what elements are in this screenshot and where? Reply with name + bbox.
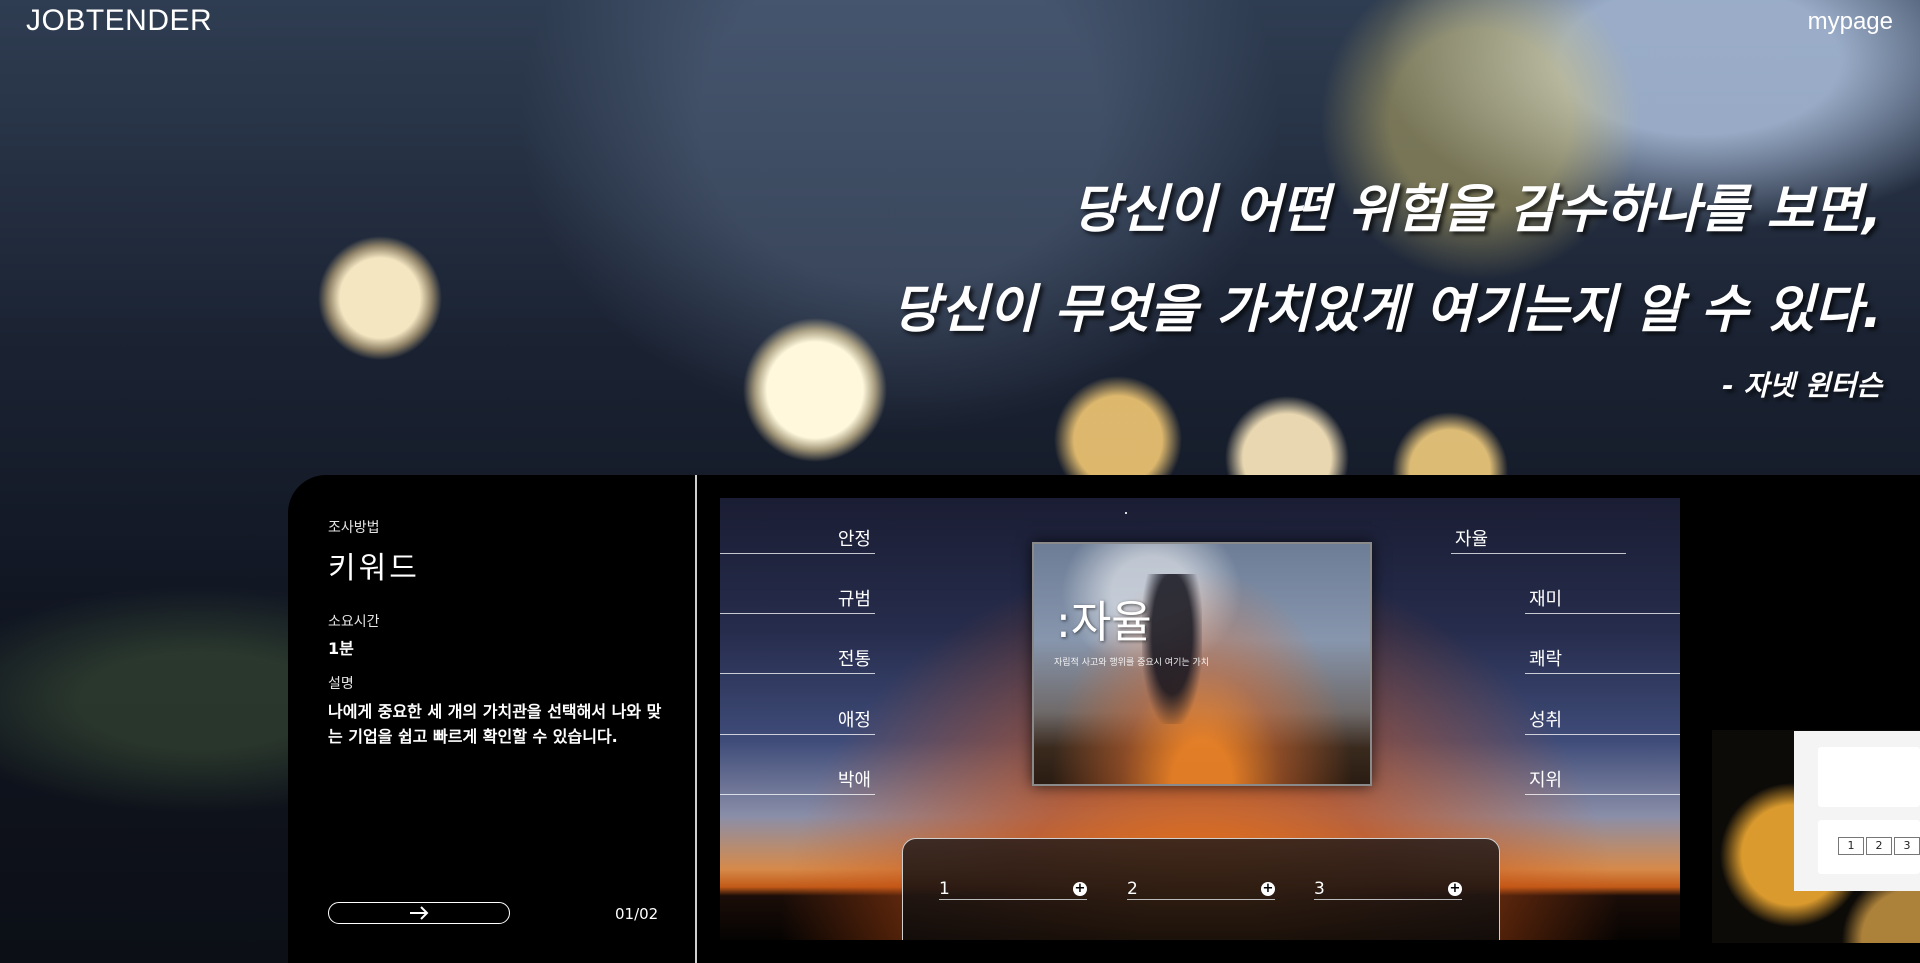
side-widget: 1 2 3	[1794, 731, 1920, 891]
keyword-left-1[interactable]: 안정	[720, 520, 875, 554]
keyword-left-2[interactable]: 규범	[720, 580, 875, 614]
plus-icon[interactable]: +	[1073, 882, 1087, 896]
slot-label: 1	[939, 879, 950, 899]
keyword-stage: 안정 규범 전통 애정 박애 자율 재미 쾌락 성취 지위 :자율 자립적 사고…	[720, 498, 1680, 940]
survey-info: 조사방법 키워드 소요시간 1분 설명 나에게 중요한 세 개의 가치관을 선택…	[328, 517, 668, 749]
side-page-2[interactable]: 2	[1866, 837, 1892, 855]
arrow-right-icon	[410, 906, 429, 920]
side-widget-top-box	[1818, 747, 1920, 807]
selection-slot-3[interactable]: 3 +	[1314, 877, 1462, 900]
brand-logo[interactable]: JOBTENDER	[26, 4, 212, 38]
keyword-right-2[interactable]: 재미	[1525, 580, 1680, 614]
quote-author: - 자넷 윈터슨	[1722, 369, 1882, 402]
keyword-left-4[interactable]: 애정	[720, 701, 875, 735]
keyword-right-5[interactable]: 지위	[1525, 761, 1680, 795]
selection-slot-2[interactable]: 2 +	[1127, 877, 1275, 900]
selection-slot-1[interactable]: 1 +	[939, 877, 1087, 900]
keyword-left-5[interactable]: 박애	[720, 761, 875, 795]
keyword-left-3[interactable]: 전통	[720, 640, 875, 674]
quote-line-1: 당신이 어떤 위험을 감수하나를 보면,	[1072, 180, 1882, 240]
quote-line-2: 당신이 무엇을 가치있게 여기는지 알 수 있다.	[892, 280, 1883, 340]
panel-divider	[695, 475, 697, 963]
decor-dot	[1125, 512, 1127, 514]
keyword-card: :자율 자립적 사고와 행위를 중요시 여기는 가치	[1032, 542, 1372, 786]
keyword-right-4[interactable]: 성취	[1525, 701, 1680, 735]
next-button[interactable]	[328, 902, 510, 924]
card-title: :자율	[1056, 597, 1152, 648]
plus-icon[interactable]: +	[1448, 882, 1462, 896]
card-subtitle: 자립적 사고와 행위를 중요시 여기는 가치	[1054, 658, 1210, 668]
slot-label: 3	[1314, 879, 1325, 899]
method-label: 조사방법	[328, 520, 380, 536]
side-page-1[interactable]: 1	[1838, 837, 1864, 855]
keyword-right-1[interactable]: 자율	[1451, 520, 1626, 554]
slot-label: 2	[1127, 879, 1138, 899]
keyword-right-3[interactable]: 쾌락	[1525, 640, 1680, 674]
plus-icon[interactable]: +	[1261, 882, 1275, 896]
selection-box: 1 + 2 + 3 +	[902, 838, 1500, 940]
quote-block: 당신이 어떤 위험을 감수하나를 보면, 당신이 무엇을 가치있게 여기는지 알…	[893, 160, 1883, 404]
page-indicator: 01/02	[615, 905, 659, 923]
description-label: 설명	[328, 676, 354, 692]
method-value: 키워드	[328, 551, 420, 586]
time-label: 소요시간	[328, 614, 380, 630]
description-text: 나에게 중요한 세 개의 가치관을 선택해서 나와 맞는 기업을 쉽고 빠르게 …	[328, 702, 662, 746]
side-page-3[interactable]: 3	[1894, 837, 1920, 855]
mypage-link[interactable]: mypage	[1808, 8, 1893, 36]
time-value: 1분	[328, 639, 354, 658]
